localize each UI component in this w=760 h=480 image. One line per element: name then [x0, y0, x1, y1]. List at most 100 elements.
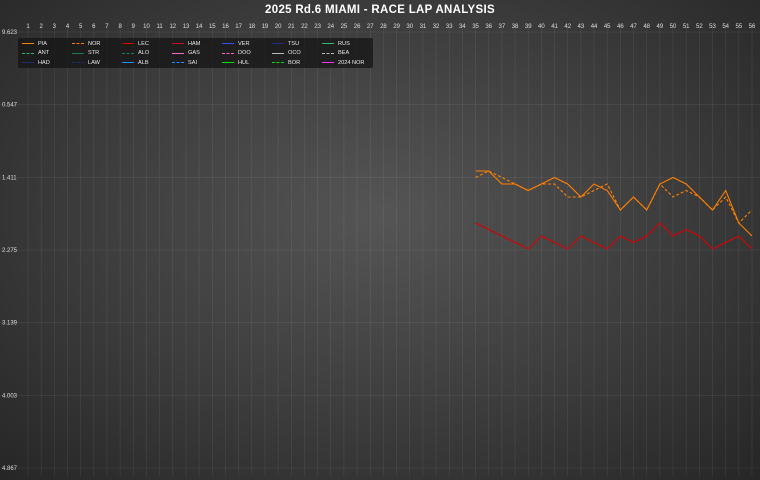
series-line-lec	[475, 222, 753, 250]
legend-swatch	[322, 62, 334, 63]
x-tick-label: 37	[499, 24, 506, 30]
x-tick-label: 23	[314, 24, 321, 30]
x-tick-label: 8	[118, 24, 122, 30]
legend-swatch	[322, 43, 334, 44]
legend-swatch	[172, 52, 184, 54]
x-tick-label: 14	[196, 24, 203, 30]
y-tick-label: 2.275	[2, 248, 18, 254]
series-line-pia	[475, 170, 753, 237]
x-tick-label: 49	[657, 24, 664, 30]
legend-swatch	[22, 43, 34, 44]
legend-item: LAW	[72, 58, 100, 67]
x-tick-label: 41	[551, 24, 558, 30]
x-tick-label: 9	[132, 24, 136, 30]
legend-label: DOO	[238, 50, 251, 56]
x-tick-label: 32	[433, 24, 440, 30]
x-tick-label: 15	[209, 24, 216, 30]
legend: PIA NOR LEC HAM VER TSU RUS ANT STR ALO GAS DOO OCO B…	[18, 38, 373, 68]
x-tick-label: 27	[367, 24, 374, 30]
legend-swatch	[122, 62, 134, 63]
legend-swatch	[22, 62, 34, 63]
legend-item: OCO	[272, 49, 301, 58]
legend-item: STR	[72, 49, 99, 58]
x-tick-label: 30	[406, 24, 413, 30]
x-tick-label: 18	[248, 24, 255, 30]
legend-item: 2024 NOR	[322, 58, 364, 67]
x-tick-label: 11	[157, 24, 164, 30]
x-tick-label: 52	[696, 24, 703, 30]
x-tick-label: 28	[380, 24, 387, 30]
x-tick-label: 55	[735, 24, 742, 30]
legend-swatch	[222, 62, 234, 63]
legend-item: DOO	[222, 49, 251, 58]
legend-label: 2024 NOR	[338, 59, 365, 66]
legend-item: ALO	[122, 49, 149, 58]
y-tick-label: 4.867	[2, 466, 18, 472]
legend-swatch	[222, 52, 234, 54]
x-tick-label: 39	[525, 24, 532, 30]
legend-item: RUS	[322, 39, 350, 48]
legend-label: PIA	[38, 40, 48, 47]
x-tick-label: 12	[169, 24, 176, 30]
x-tick-label: 47	[630, 24, 637, 30]
legend-label: HUL	[238, 59, 250, 66]
legend-item: TSU	[272, 39, 299, 48]
x-tick-label: 53	[709, 24, 716, 30]
legend-label: RUS	[338, 40, 350, 47]
legend-label: SAI	[188, 59, 198, 66]
x-tick-label: 1	[26, 24, 30, 30]
y-tick-label: 9.623	[2, 30, 18, 36]
x-tick-label: 42	[564, 24, 571, 30]
legend-item: SAI	[172, 58, 197, 67]
x-tick-label: 33	[446, 24, 453, 30]
chart-plot-area: 9.6230.5471.4112.2753.1394.0034.867 1234…	[0, 24, 760, 476]
x-tick-label: 10	[143, 24, 150, 30]
x-tick-label: 43	[578, 24, 585, 30]
legend-swatch	[322, 52, 334, 54]
legend-label: LAW	[88, 59, 100, 66]
x-tick-label: 2	[39, 24, 43, 30]
legend-label: STR	[88, 50, 100, 56]
legend-label: OCO	[288, 50, 301, 56]
legend-swatch	[72, 52, 84, 54]
series-layer	[475, 170, 753, 250]
x-tick-label: 6	[92, 24, 96, 30]
legend-swatch	[272, 43, 284, 44]
legend-item: ANT	[22, 49, 49, 58]
legend-label: BEA	[338, 50, 350, 56]
legend-swatch	[272, 62, 284, 63]
x-axis-labels: 1 2 3 4 5 6 7 8 9 10 11 12 13 14 15 16 17 18 19 20 21 22 23 24 2…	[26, 24, 756, 30]
y-tick-label: 3.139	[2, 321, 18, 327]
y-tick-label: 0.547	[2, 103, 18, 109]
x-tick-label: 19	[262, 24, 269, 30]
legend-label: VER	[238, 40, 250, 47]
legend-item: LEC	[122, 39, 149, 48]
legend-item: NOR	[72, 39, 100, 48]
legend-label: NOR	[88, 40, 101, 47]
legend-label: TSU	[288, 40, 300, 47]
legend-item: VER	[222, 39, 250, 48]
legend-swatch	[172, 43, 184, 44]
x-tick-label: 36	[485, 24, 492, 30]
x-tick-label: 48	[643, 24, 650, 30]
y-tick-label: 1.411	[2, 175, 17, 181]
x-tick-label: 26	[354, 24, 361, 30]
x-tick-label: 56	[749, 24, 756, 30]
x-tick-label: 44	[591, 24, 598, 30]
x-tick-label: 50	[670, 24, 677, 30]
x-tick-label: 16	[222, 24, 229, 30]
legend-label: LEC	[138, 40, 149, 47]
legend-swatch	[172, 62, 184, 63]
x-tick-label: 34	[459, 24, 466, 30]
legend-swatch	[72, 43, 84, 44]
legend-label: ALO	[138, 50, 150, 56]
x-tick-label: 13	[183, 24, 190, 30]
x-tick-label: 46	[617, 24, 624, 30]
x-tick-label: 38	[512, 24, 519, 30]
x-tick-label: 17	[235, 24, 242, 30]
legend-label: GAS	[188, 50, 200, 56]
x-tick-label: 35	[472, 24, 479, 30]
legend-item: HAD	[22, 58, 50, 67]
legend-label: ALB	[138, 59, 149, 66]
x-tick-label: 40	[538, 24, 545, 30]
